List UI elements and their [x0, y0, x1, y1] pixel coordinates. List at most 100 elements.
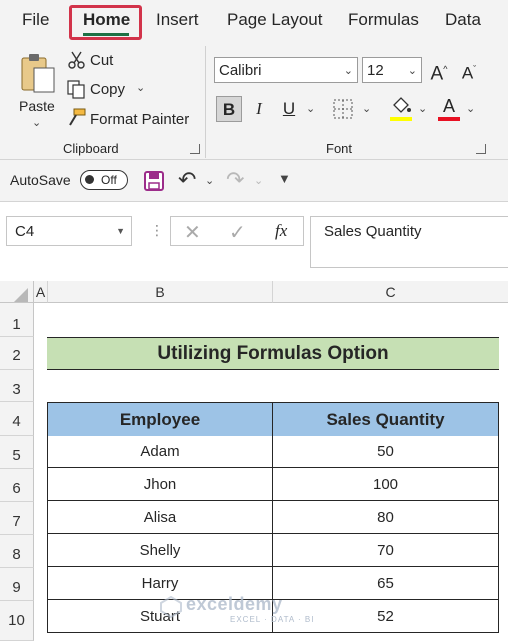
employee-cell[interactable]: Alisa [47, 501, 273, 534]
name-box[interactable]: C4 ▼ [6, 216, 132, 246]
watermark-tagline: EXCEL · DATA · BI [230, 615, 315, 624]
formula-bar: C4 ▼ ⋮ ✕ ✓ fx Sales Quantity [0, 202, 508, 280]
column-header-b[interactable]: B [48, 281, 273, 303]
table-header-row: Employee Sales Quantity [47, 402, 499, 436]
underline-dropdown-icon[interactable]: ⌄ [306, 102, 315, 115]
sales-quantity-cell[interactable]: 70 [273, 534, 499, 567]
sales-quantity-cell[interactable]: 100 [273, 468, 499, 501]
row-header-8[interactable]: 8 [0, 535, 34, 568]
fill-color-dropdown-icon[interactable]: ⌄ [418, 102, 427, 115]
formula-buttons: ✕ ✓ fx [170, 216, 304, 246]
redo-dropdown-icon[interactable]: ⌄ [254, 174, 263, 187]
quick-access-toolbar: AutoSave Off ↶ ⌄ ↷ ⌄ ▼ [0, 160, 508, 202]
row-header-5[interactable]: 5 [0, 436, 34, 469]
copy-dropdown-icon[interactable]: ⌄ [136, 81, 145, 94]
format-painter-label: Format Painter [90, 111, 190, 128]
row-header-6[interactable]: 6 [0, 469, 34, 502]
watermark-text: exceldemy [186, 594, 283, 614]
format-painter-button[interactable]: Format Painter [66, 108, 190, 130]
header-employee[interactable]: Employee [47, 403, 273, 436]
formula-input[interactable]: Sales Quantity [310, 216, 508, 268]
tab-insert[interactable]: Insert [156, 10, 199, 30]
borders-button[interactable] [333, 99, 353, 119]
autosave-toggle[interactable]: Off [80, 170, 128, 190]
font-color-dropdown-icon[interactable]: ⌄ [466, 102, 475, 115]
font-group-label: Font [326, 141, 353, 156]
clipboard-group-label: Clipboard [63, 141, 119, 156]
font-color-swatch [438, 117, 460, 121]
employee-cell[interactable]: Jhon [47, 468, 273, 501]
redo-icon[interactable]: ↷ [226, 167, 244, 193]
font-size-chevron-icon: ⌄ [407, 65, 417, 77]
copy-label: Copy [90, 81, 126, 98]
tab-file[interactable]: File [22, 10, 49, 30]
row-header-9[interactable]: 9 [0, 568, 34, 601]
tab-formulas[interactable]: Formulas [348, 10, 419, 30]
autosave-state: Off [101, 173, 117, 187]
borders-icon [333, 99, 353, 119]
cancel-entry-icon[interactable]: ✕ [184, 220, 201, 245]
ribbon-tab-bar: File Home Insert Page Layout Formulas Da… [0, 0, 508, 44]
table-row: Jhon 100 [47, 468, 499, 501]
undo-icon[interactable]: ↶ [178, 167, 196, 193]
row-header-10[interactable]: 10 [0, 601, 34, 641]
decrease-font-size-icon[interactable]: Aˇ [456, 56, 482, 83]
name-box-value: C4 [15, 223, 35, 240]
autosave-label: AutoSave [10, 172, 71, 188]
insert-function-icon[interactable]: fx [275, 221, 287, 241]
font-family-select[interactable]: Calibri ⌄ [214, 57, 358, 83]
font-launcher-icon[interactable] [476, 144, 486, 154]
table-row: Adam 50 [47, 435, 499, 468]
fill-color-button[interactable] [390, 96, 412, 122]
paste-label: Paste [19, 98, 55, 114]
row-header-3[interactable]: 3 [0, 370, 34, 402]
font-family-value: Calibri [219, 62, 262, 79]
format-painter-icon [69, 108, 86, 126]
row-header-7[interactable]: 7 [0, 502, 34, 535]
clipboard-launcher-icon[interactable] [190, 144, 200, 154]
tab-page-layout[interactable]: Page Layout [227, 10, 322, 30]
sheet-title[interactable]: Utilizing Formulas Option [47, 337, 499, 370]
font-color-button[interactable]: A [438, 94, 460, 122]
cut-button[interactable]: Cut [68, 50, 128, 72]
fill-color-swatch [390, 117, 412, 121]
copy-icon [67, 80, 85, 99]
column-header-a[interactable]: A [34, 281, 48, 303]
font-size-select[interactable]: 12 ⌄ [362, 57, 422, 83]
confirm-entry-icon[interactable]: ✓ [229, 220, 246, 245]
paste-dropdown-icon[interactable]: ⌄ [32, 116, 41, 129]
underline-button[interactable]: U [276, 96, 302, 122]
copy-button[interactable]: Copy ⌄ [66, 79, 156, 101]
sales-quantity-cell[interactable]: 50 [273, 435, 499, 468]
save-icon [144, 171, 164, 191]
italic-button[interactable]: I [246, 96, 272, 122]
save-button[interactable] [144, 171, 164, 191]
cut-label: Cut [90, 52, 114, 69]
customize-toolbar-icon[interactable]: ▼ [278, 171, 291, 186]
header-sales-quantity[interactable]: Sales Quantity [273, 403, 499, 436]
row-header-4[interactable]: 4 [0, 402, 34, 436]
sales-quantity-cell[interactable]: 80 [273, 501, 499, 534]
ribbon-separator [205, 46, 206, 158]
home-tab-highlight [69, 5, 142, 40]
exceldemy-logo-icon [160, 596, 182, 618]
paste-button[interactable]: Paste ⌄ [12, 50, 60, 130]
tab-data[interactable]: Data [445, 10, 481, 30]
formula-bar-resize-icon[interactable]: ⋮ [150, 222, 164, 239]
column-header-c[interactable]: C [273, 281, 508, 303]
employee-cell[interactable]: Adam [47, 435, 273, 468]
paste-icon [21, 54, 55, 93]
formula-input-value: Sales Quantity [324, 223, 422, 240]
row-header-1[interactable]: 1 [0, 303, 34, 337]
undo-dropdown-icon[interactable]: ⌄ [205, 174, 214, 187]
bold-button[interactable]: B [216, 96, 242, 122]
row-header-2[interactable]: 2 [0, 337, 34, 370]
borders-dropdown-icon[interactable]: ⌄ [362, 102, 371, 115]
name-box-dropdown-icon[interactable]: ▼ [116, 226, 125, 236]
employee-cell[interactable]: Shelly [47, 534, 273, 567]
paint-bucket-icon [393, 97, 411, 113]
table-row: Alisa 80 [47, 501, 499, 534]
sales-quantity-cell[interactable]: 65 [273, 567, 499, 600]
font-family-chevron-icon: ⌄ [343, 65, 353, 77]
increase-font-size-icon[interactable]: A^ [426, 56, 452, 84]
